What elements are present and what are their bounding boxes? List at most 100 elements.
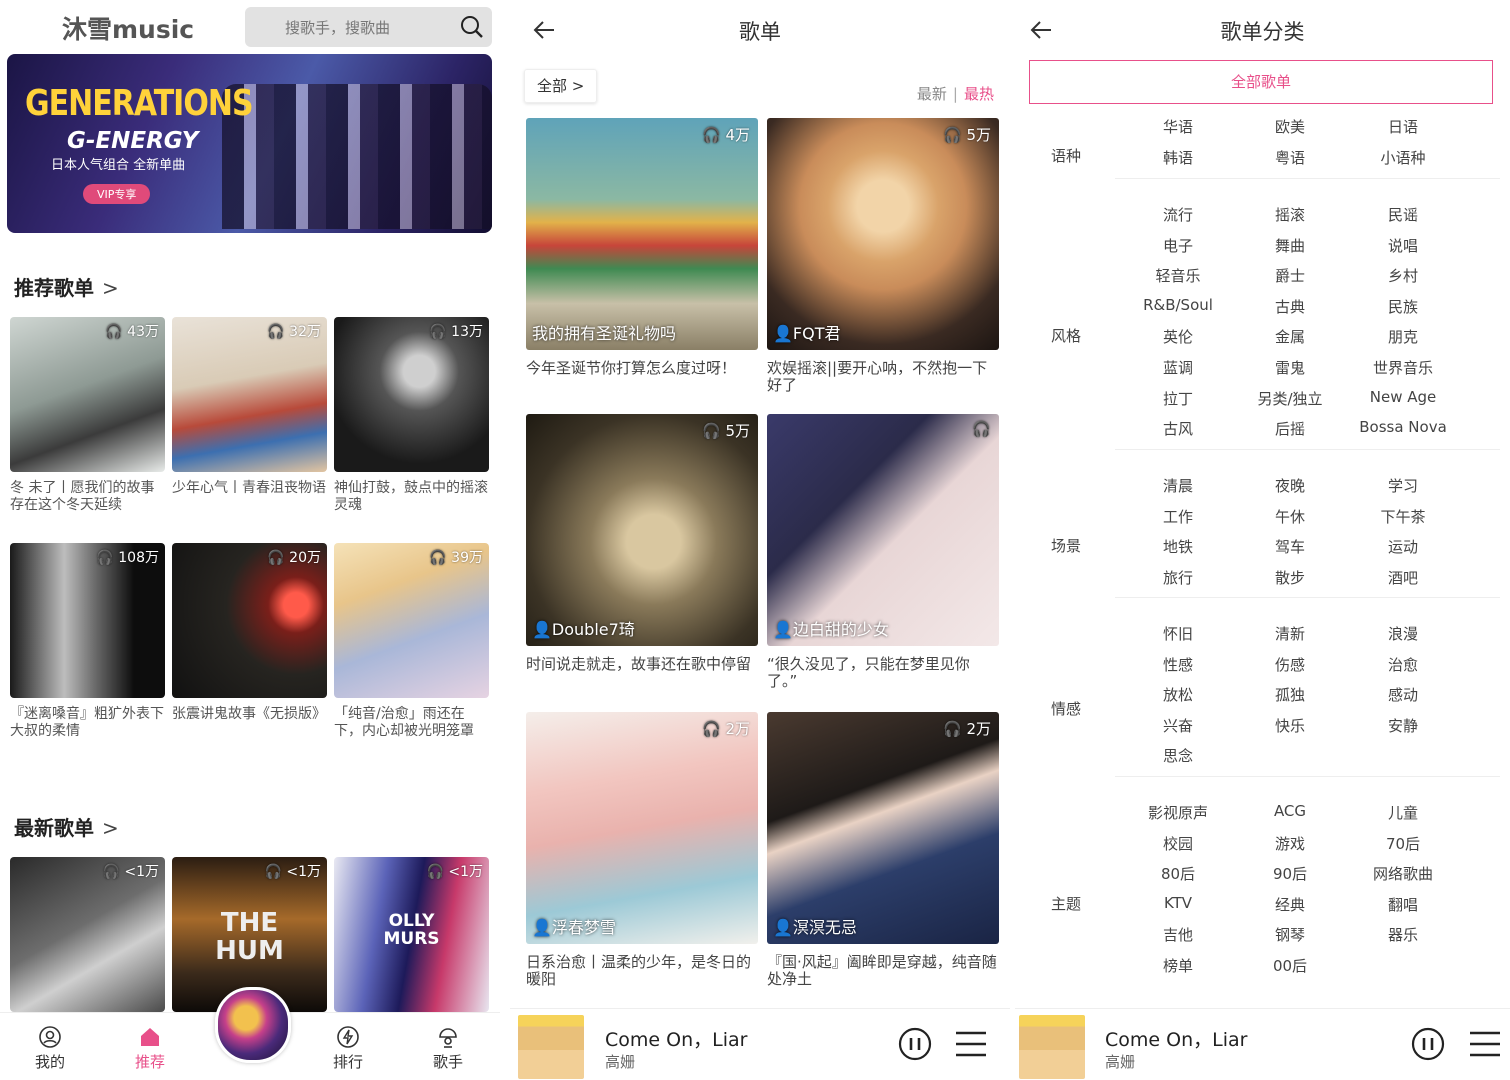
pause-icon[interactable] bbox=[1411, 1027, 1445, 1061]
category-tag[interactable]: 治愈 bbox=[1347, 654, 1459, 675]
category-tag[interactable]: 午休 bbox=[1234, 506, 1346, 527]
category-tag[interactable]: 民谣 bbox=[1347, 204, 1459, 225]
category-tag[interactable]: 怀旧 bbox=[1122, 623, 1234, 644]
category-tag[interactable]: 儿童 bbox=[1347, 802, 1459, 823]
playlist-card[interactable]: 🎧 43万 冬 未了丨愿我们的故事存在这个冬天延续 bbox=[10, 317, 165, 514]
category-tag[interactable]: 器乐 bbox=[1347, 924, 1459, 945]
category-tag[interactable]: 流行 bbox=[1122, 204, 1234, 225]
category-tag[interactable]: 性感 bbox=[1122, 654, 1234, 675]
playlist-card[interactable]: 🎧 32万 少年心气丨青春沮丧物语 bbox=[172, 317, 327, 497]
category-tag[interactable]: 网络歌曲 bbox=[1347, 863, 1459, 884]
category-tag[interactable]: R&B/Soul bbox=[1122, 296, 1234, 314]
category-tag[interactable]: 朋克 bbox=[1347, 326, 1459, 347]
category-tag[interactable]: 日语 bbox=[1347, 116, 1459, 137]
playlist-card[interactable]: 🎧 5万 👤FQT君 欢娱摇滚||要开心呐，不然抱一下好了 bbox=[767, 118, 999, 394]
now-playing-disc[interactable] bbox=[215, 987, 291, 1063]
playlist-card[interactable]: 🎧 <1万 OLLY MURS bbox=[334, 857, 489, 1012]
sort-hot[interactable]: 最热 bbox=[964, 85, 994, 103]
category-tag[interactable]: 英伦 bbox=[1122, 326, 1234, 347]
category-tag[interactable]: 榜单 bbox=[1122, 955, 1234, 976]
playlist-card[interactable]: 🎧 👤边白甜的少女 “很久没见了，只能在梦里见你了。” bbox=[767, 414, 999, 690]
category-tag[interactable]: 伤感 bbox=[1234, 654, 1346, 675]
category-tag[interactable]: Bossa Nova bbox=[1347, 418, 1459, 436]
category-tag[interactable]: 散步 bbox=[1234, 567, 1346, 588]
playlist-card[interactable]: 🎧 108万 『迷离嗓音』粗犷外表下大叔的柔情 bbox=[10, 543, 165, 740]
category-tag[interactable]: 放松 bbox=[1122, 684, 1234, 705]
category-tag[interactable]: 00后 bbox=[1234, 955, 1346, 976]
category-tag[interactable]: 工作 bbox=[1122, 506, 1234, 527]
category-tag[interactable]: 舞曲 bbox=[1234, 235, 1346, 256]
category-tag[interactable]: 思念 bbox=[1122, 745, 1234, 766]
category-tag[interactable]: 孤独 bbox=[1234, 684, 1346, 705]
category-tag[interactable]: 说唱 bbox=[1347, 235, 1459, 256]
category-tag[interactable]: 拉丁 bbox=[1122, 388, 1234, 409]
category-tag[interactable]: 下午茶 bbox=[1347, 506, 1459, 527]
category-tag[interactable]: 韩语 bbox=[1122, 147, 1234, 168]
category-tag[interactable]: 后摇 bbox=[1234, 418, 1346, 439]
category-tag[interactable]: New Age bbox=[1347, 388, 1459, 406]
mini-player[interactable]: Come On，Liar 高姗 bbox=[510, 1008, 1010, 1080]
nav-ranking[interactable]: 排行 bbox=[318, 1025, 378, 1072]
playlist-card[interactable]: 🎧 <1万 bbox=[10, 857, 165, 1012]
category-tag[interactable]: 欧美 bbox=[1234, 116, 1346, 137]
category-tag[interactable]: 旅行 bbox=[1122, 567, 1234, 588]
playlist-card[interactable]: 🎧 2万 👤溟溟无忌 『国·风起』阖眸即是穿越，纯音随处净土 bbox=[767, 712, 999, 988]
playlist-card[interactable]: 🎧 2万 👤浮春梦雪 日系治愈丨温柔的少年，是冬日的暖阳 bbox=[526, 712, 758, 988]
nav-mine[interactable]: 我的 bbox=[20, 1025, 80, 1072]
nav-singer[interactable]: 歌手 bbox=[418, 1025, 478, 1072]
category-tag[interactable]: 爵士 bbox=[1234, 265, 1346, 286]
category-tag[interactable]: 乡村 bbox=[1347, 265, 1459, 286]
category-tag[interactable]: 酒吧 bbox=[1347, 567, 1459, 588]
category-tag[interactable]: 运动 bbox=[1347, 536, 1459, 557]
category-tag[interactable]: 翻唱 bbox=[1347, 894, 1459, 915]
category-tag[interactable]: 电子 bbox=[1122, 235, 1234, 256]
category-tag[interactable]: 古风 bbox=[1122, 418, 1234, 439]
category-tag[interactable]: 蓝调 bbox=[1122, 357, 1234, 378]
category-tag[interactable]: 夜晚 bbox=[1234, 475, 1346, 496]
category-tag[interactable]: 粤语 bbox=[1234, 147, 1346, 168]
category-tag[interactable]: 古典 bbox=[1234, 296, 1346, 317]
category-tag[interactable]: ACG bbox=[1234, 802, 1346, 820]
category-tag[interactable]: 轻音乐 bbox=[1122, 265, 1234, 286]
category-tag[interactable]: KTV bbox=[1122, 894, 1234, 912]
category-tag[interactable]: 安静 bbox=[1347, 715, 1459, 736]
category-tag[interactable]: 雷鬼 bbox=[1234, 357, 1346, 378]
category-tag[interactable]: 另类/独立 bbox=[1234, 388, 1346, 409]
category-tag[interactable]: 地铁 bbox=[1122, 536, 1234, 557]
playlist-card[interactable]: 🎧 13万 神仙打鼓，鼓点中的摇滚灵魂 bbox=[334, 317, 489, 514]
pause-icon[interactable] bbox=[898, 1027, 932, 1061]
recommend-section-title[interactable]: 推荐歌单 > bbox=[14, 272, 119, 301]
category-tag[interactable]: 钢琴 bbox=[1234, 924, 1346, 945]
playlist-card[interactable]: 🎧 5万 👤Double7琦 时间说走就走，故事还在歌中停留 bbox=[526, 414, 758, 673]
category-tag[interactable]: 金属 bbox=[1234, 326, 1346, 347]
sort-latest[interactable]: 最新 bbox=[917, 85, 947, 103]
all-playlists-button[interactable]: 全部歌单 bbox=[1029, 60, 1493, 104]
category-tag[interactable]: 摇滚 bbox=[1234, 204, 1346, 225]
category-tag[interactable]: 清晨 bbox=[1122, 475, 1234, 496]
category-tag[interactable]: 影视原声 bbox=[1122, 802, 1234, 823]
playlist-menu-icon[interactable] bbox=[1468, 1029, 1502, 1059]
category-tag[interactable]: 70后 bbox=[1347, 833, 1459, 854]
category-tag[interactable]: 学习 bbox=[1347, 475, 1459, 496]
category-tag[interactable]: 驾车 bbox=[1234, 536, 1346, 557]
category-tag[interactable]: 浪漫 bbox=[1347, 623, 1459, 644]
playlist-menu-icon[interactable] bbox=[954, 1029, 988, 1059]
category-tag[interactable]: 民族 bbox=[1347, 296, 1459, 317]
playlist-card[interactable]: 🎧 39万 「纯音/治愈」雨还在下，内心却被光明笼罩 bbox=[334, 543, 489, 740]
category-tag[interactable]: 华语 bbox=[1122, 116, 1234, 137]
category-tag[interactable]: 世界音乐 bbox=[1347, 357, 1459, 378]
category-tag[interactable]: 吉他 bbox=[1122, 924, 1234, 945]
mini-player[interactable]: Come On，Liar 高姗 bbox=[1015, 1008, 1510, 1080]
playlist-card[interactable]: 🎧 4万 我的拥有圣诞礼物吗 今年圣诞节你打算怎么度过呀！ bbox=[526, 118, 758, 377]
category-tag[interactable]: 小语种 bbox=[1347, 147, 1459, 168]
nav-recommend[interactable]: 推荐 bbox=[120, 1025, 180, 1072]
category-tag[interactable]: 90后 bbox=[1234, 863, 1346, 884]
latest-section-title[interactable]: 最新歌单 > bbox=[14, 812, 119, 841]
category-tag[interactable]: 经典 bbox=[1234, 894, 1346, 915]
search-input[interactable]: 搜歌手，搜歌曲 bbox=[245, 7, 492, 47]
category-tag[interactable]: 兴奋 bbox=[1122, 715, 1234, 736]
category-tag[interactable]: 校园 bbox=[1122, 833, 1234, 854]
category-tag[interactable]: 游戏 bbox=[1234, 833, 1346, 854]
category-filter-button[interactable]: 全部 > bbox=[524, 69, 598, 103]
category-tag[interactable]: 快乐 bbox=[1234, 715, 1346, 736]
